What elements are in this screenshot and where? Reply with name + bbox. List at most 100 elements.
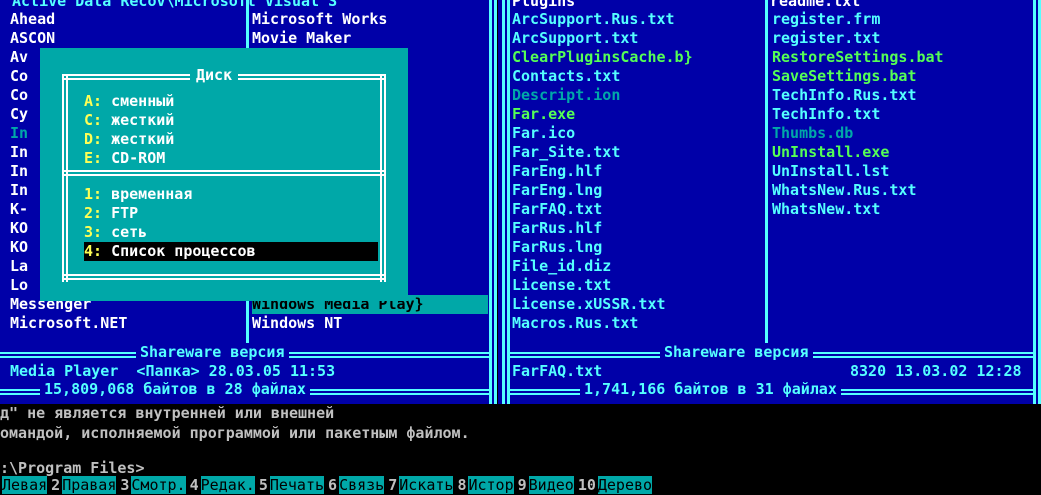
file-entry[interactable]: SaveSettings.bat — [772, 67, 1034, 86]
file-entry[interactable]: ArcSupport.txt — [512, 29, 764, 48]
fkey-label: Редак. — [200, 476, 255, 494]
file-entry[interactable]: FarFAQ.txt — [512, 200, 764, 219]
fkey-2[interactable]: 2 Правая — [47, 476, 117, 495]
file-entry[interactable]: WhatsNew.txt — [772, 200, 1034, 219]
file-entry[interactable]: License.txt — [512, 276, 764, 295]
drive-label: Список процессов — [102, 242, 256, 260]
file-entry[interactable]: register.txt — [772, 29, 1034, 48]
file-entry[interactable]: File_id.diz — [512, 257, 764, 276]
drive-menu-item[interactable]: 3: сеть — [84, 223, 378, 242]
fkey-4[interactable]: 4 Редак. — [186, 476, 255, 495]
file-entry[interactable]: ArcSupport.Rus.txt — [512, 10, 764, 29]
drive-menu-item[interactable]: 2: FTP — [84, 204, 378, 223]
file-entry[interactable]: Windows NT — [252, 314, 488, 333]
terminal-line-2: омандой, исполняемой программой или паке… — [0, 424, 470, 442]
file-entry[interactable]: WhatsNew.Rus.txt — [772, 181, 1034, 200]
drive-label: временная — [102, 185, 193, 203]
right-panel-left-border-2 — [507, 0, 510, 404]
file-entry[interactable]: ASCON — [10, 29, 246, 48]
drive-label: жесткий — [102, 130, 175, 148]
right-status-name: FarFAQ.txt — [512, 362, 603, 380]
file-entry[interactable]: Far_Site.txt — [512, 143, 764, 162]
right-shareware-label: Shareware версия — [660, 343, 813, 362]
right-panel-left-border — [502, 0, 505, 404]
left-totals: 15,809,068 байтов в 28 файлах — [40, 380, 310, 399]
drive-menu-item[interactable]: 1: временная — [84, 185, 378, 204]
file-entry[interactable]: Far.exe — [512, 105, 764, 124]
fkey-5[interactable]: 5 Печать — [255, 476, 325, 495]
file-entry[interactable]: FarEng.hlf — [512, 162, 764, 181]
fkey-number: 10 — [577, 476, 596, 494]
file-entry[interactable]: License.xUSSR.txt — [512, 295, 764, 314]
dialog-frame-middle — [62, 170, 386, 176]
drive-hotkey: A: — [84, 92, 103, 110]
file-entry[interactable]: Ahead — [10, 10, 246, 29]
file-entry[interactable]: Far.ico — [512, 124, 764, 143]
fkey-8[interactable]: 8 Истор — [453, 476, 514, 495]
terminal-line-1: д" не является внутренней или внешней — [0, 404, 335, 422]
file-entry[interactable]: Macros.Rus.txt — [512, 314, 764, 333]
drive-hotkey: D: — [84, 130, 103, 148]
drive-label: сеть — [102, 223, 148, 241]
file-entry[interactable]: Contacts.txt — [512, 67, 764, 86]
drive-menu-item[interactable]: D: жесткий — [84, 130, 378, 149]
fkey-10[interactable]: 10 Дерево — [574, 476, 653, 495]
file-entry[interactable]: TechInfo.Rus.txt — [772, 86, 1034, 105]
left-panel-right-border-2 — [494, 0, 497, 404]
right-status-info: 8320 13.03.02 12:28 — [850, 362, 1022, 380]
drive-menu-item[interactable]: C: жесткий — [84, 111, 378, 130]
left-shareware-label: Shareware версия — [136, 343, 289, 362]
fkey-9[interactable]: 9 Видео — [514, 476, 574, 495]
file-entry[interactable]: Movie Maker — [252, 29, 488, 48]
dialog-frame-right — [380, 76, 386, 282]
drive-hotkey: 3: — [84, 223, 103, 241]
drive-label: жесткий — [102, 111, 175, 129]
fkey-number: 4 — [189, 476, 199, 494]
file-entry[interactable]: Microsoft Works — [252, 10, 488, 29]
drive-hotkey: 2: — [84, 204, 103, 222]
fkey-3[interactable]: 3 Смотр. — [116, 476, 186, 495]
fkey-number: 8 — [457, 476, 467, 494]
fkey-label: Правая — [62, 476, 117, 494]
file-entry[interactable]: RestoreSettings.bat — [772, 48, 1034, 67]
drive-label: CD-ROM — [102, 149, 166, 167]
fkey-label: Видео — [528, 476, 574, 494]
fkey-label: Левая — [2, 476, 48, 494]
file-entry[interactable]: Descript.ion — [512, 86, 764, 105]
left-status-line: Media Player <Папка> 28.03.05 11:53 — [10, 362, 336, 380]
fkey-label: Дерево — [597, 476, 653, 494]
drive-menu-item[interactable]: A: сменный — [84, 92, 378, 111]
drive-label: FTP — [102, 204, 139, 222]
file-entry[interactable]: register.frm — [772, 10, 1034, 29]
fkey-label: Искать — [399, 476, 454, 494]
file-entry[interactable]: ClearPluginsCache.b} — [512, 48, 764, 67]
fkey-7[interactable]: 7 Искать — [384, 476, 454, 495]
drive-hotkey: E: — [84, 149, 103, 167]
file-entry[interactable]: FarEng.lng — [512, 181, 764, 200]
file-entry[interactable]: UnInstall.exe — [772, 143, 1034, 162]
drive-select-dialog[interactable]: Диск A: сменный C: жесткий D: жесткий E: CD… — [40, 48, 408, 301]
drive-hotkey: 4: — [84, 242, 103, 260]
dialog-title: Диск — [190, 66, 239, 85]
fkey-label: Смотр. — [131, 476, 186, 494]
fkey-number: 9 — [517, 476, 527, 494]
fkey-number: 7 — [388, 476, 398, 494]
fkey-label: Связь — [339, 476, 385, 494]
file-entry[interactable]: UnInstall.lst — [772, 162, 1034, 181]
file-entry[interactable]: FarRus.lng — [512, 238, 764, 257]
fkey-6[interactable]: 6 Связь — [324, 476, 385, 495]
drive-menu-item[interactable]: E: CD-ROM — [84, 149, 378, 168]
fkey-label: Истор — [468, 476, 514, 494]
dialog-frame-bottom — [62, 274, 386, 280]
file-entry[interactable]: Thumbs.db — [772, 124, 1034, 143]
fkey-1[interactable]: Левая — [0, 476, 48, 495]
fkey-number: 2 — [51, 476, 61, 494]
drive-hotkey: 1: — [84, 185, 103, 203]
file-entry[interactable]: Microsoft.NET — [10, 314, 246, 333]
file-entry[interactable]: FarRus.hlf — [512, 219, 764, 238]
fkey-number: 3 — [120, 476, 130, 494]
drive-menu-item[interactable]: 4: Список процессов — [84, 242, 378, 261]
right-totals: 1,741,166 байтов в 31 файлах — [580, 380, 841, 399]
right-panel-divider — [765, 0, 768, 345]
file-entry[interactable]: TechInfo.txt — [772, 105, 1034, 124]
